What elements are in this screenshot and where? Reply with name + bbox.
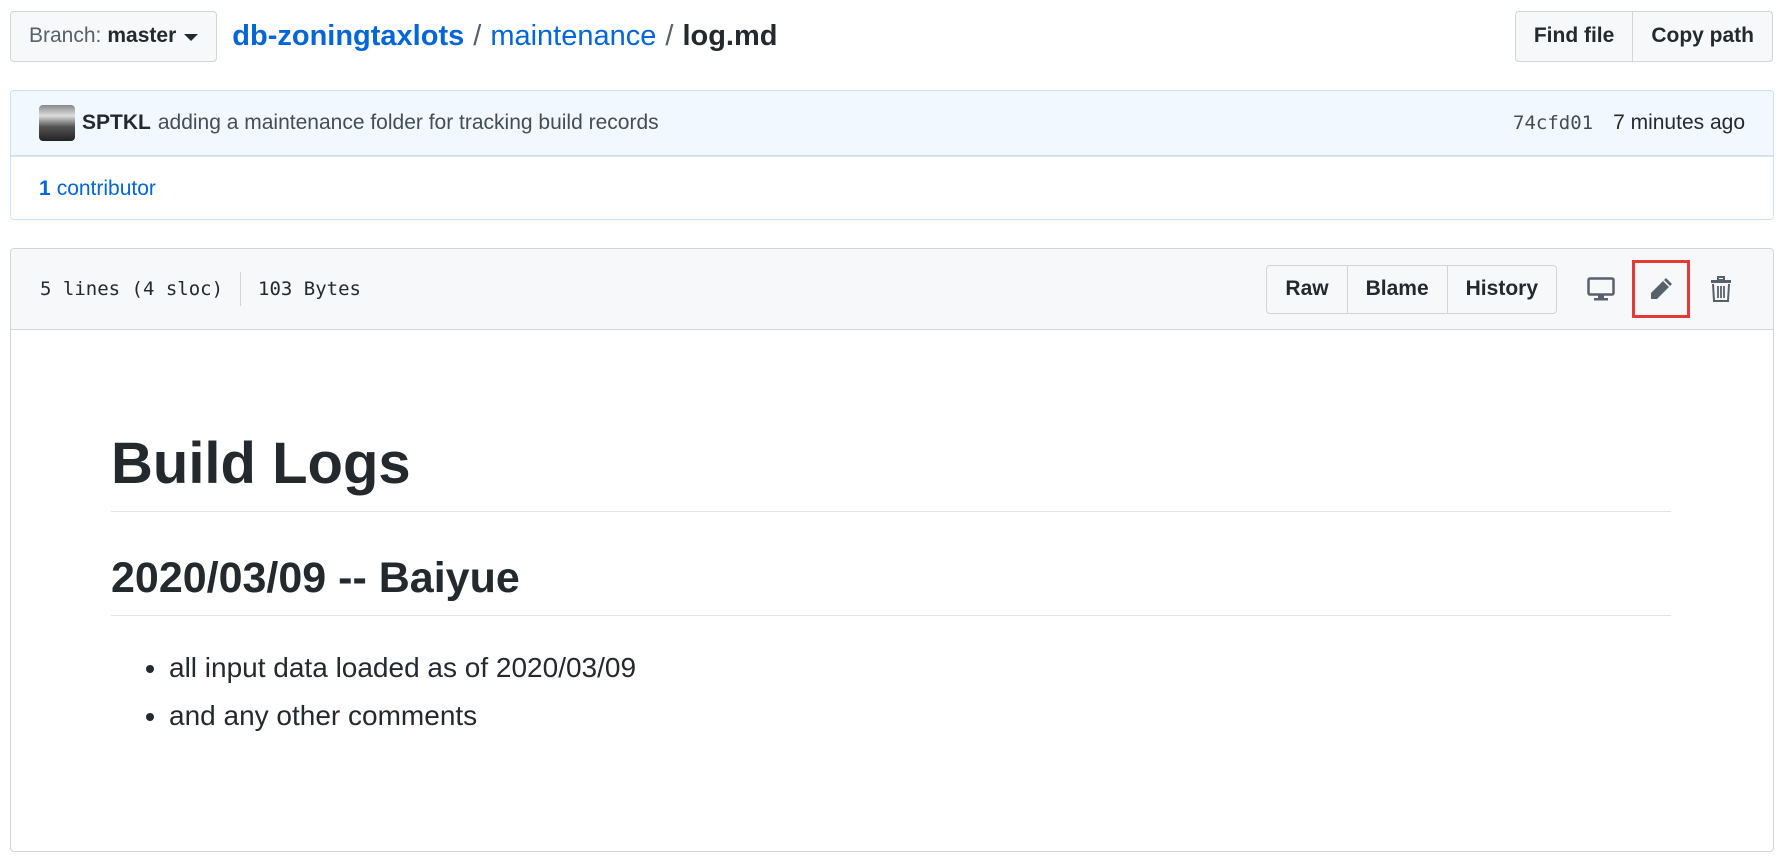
file-actions: Raw Blame History [1266, 260, 1751, 318]
breadcrumb-file-name: log.md [682, 19, 778, 52]
copy-path-button[interactable]: Copy path [1633, 10, 1773, 62]
commit-sha-link[interactable]: 74cfd01 [1513, 112, 1593, 134]
file-view-buttons: Raw Blame History [1266, 264, 1557, 314]
heading-2: 2020/03/09 -- Baiyue [111, 554, 1671, 616]
breadcrumb-folder-link[interactable]: maintenance [490, 20, 656, 53]
find-file-button[interactable]: Find file [1514, 10, 1634, 62]
latest-commit: SPTKL adding a maintenance folder for tr… [11, 91, 1773, 156]
commit-meta: 74cfd01 7 minutes ago [1513, 111, 1745, 135]
commit-time: 7 minutes ago [1613, 111, 1745, 134]
heading-1: Build Logs [111, 430, 1671, 512]
file-viewer: 5 lines (4 sloc) 103 Bytes Raw Blame His… [10, 248, 1774, 852]
delete-file-button[interactable] [1692, 260, 1750, 318]
breadcrumb-repo-link[interactable]: db-zoningtaxlots [232, 20, 464, 53]
breadcrumb: db-zoningtaxlots / maintenance / log.md [232, 20, 777, 53]
list-item: and any other comments [169, 692, 1673, 740]
edit-file-button[interactable] [1632, 260, 1690, 318]
pencil-icon [1651, 278, 1672, 299]
contributor-count: 1 [39, 176, 51, 200]
markdown-body: Build Logs 2020/03/09 -- Baiyue all inpu… [11, 330, 1773, 740]
breadcrumb-separator: / [473, 19, 482, 52]
branch-prefix: Branch: [29, 24, 102, 47]
desktop-icon [1587, 277, 1615, 301]
history-button[interactable]: History [1447, 264, 1557, 314]
avatar[interactable] [39, 105, 75, 141]
raw-button[interactable]: Raw [1266, 264, 1348, 314]
caret-down-icon [184, 33, 199, 41]
branch-name: master [107, 24, 177, 47]
contributor-label: contributor [56, 176, 156, 200]
file-line-count: 5 lines (4 sloc) [40, 278, 224, 300]
file-header: 5 lines (4 sloc) 103 Bytes Raw Blame His… [11, 249, 1773, 330]
file-info: 5 lines (4 sloc) 103 Bytes [40, 272, 361, 306]
list-item: all input data loaded as of 2020/03/09 [169, 644, 1673, 692]
commit-info-box: SPTKL adding a maintenance folder for tr… [10, 90, 1774, 220]
branch-selector-button[interactable]: Branch: master [10, 10, 218, 62]
file-size: 103 Bytes [258, 278, 361, 300]
blame-button[interactable]: Blame [1347, 264, 1448, 314]
breadcrumb-separator: / [665, 19, 674, 52]
file-nav-buttons: Find file Copy path [1514, 10, 1773, 62]
top-bar: Branch: master db-zoningtaxlots / mainte… [10, 10, 1773, 62]
divider [240, 272, 242, 306]
open-desktop-button[interactable] [1572, 260, 1630, 318]
contributors-link[interactable]: 1 contributor [11, 156, 1773, 219]
commit-message-link[interactable]: adding a maintenance folder for tracking… [158, 111, 659, 135]
commit-author-link[interactable]: SPTKL [82, 111, 151, 135]
bullet-list: all input data loaded as of 2020/03/09 a… [111, 644, 1673, 740]
trash-icon [1711, 276, 1731, 302]
